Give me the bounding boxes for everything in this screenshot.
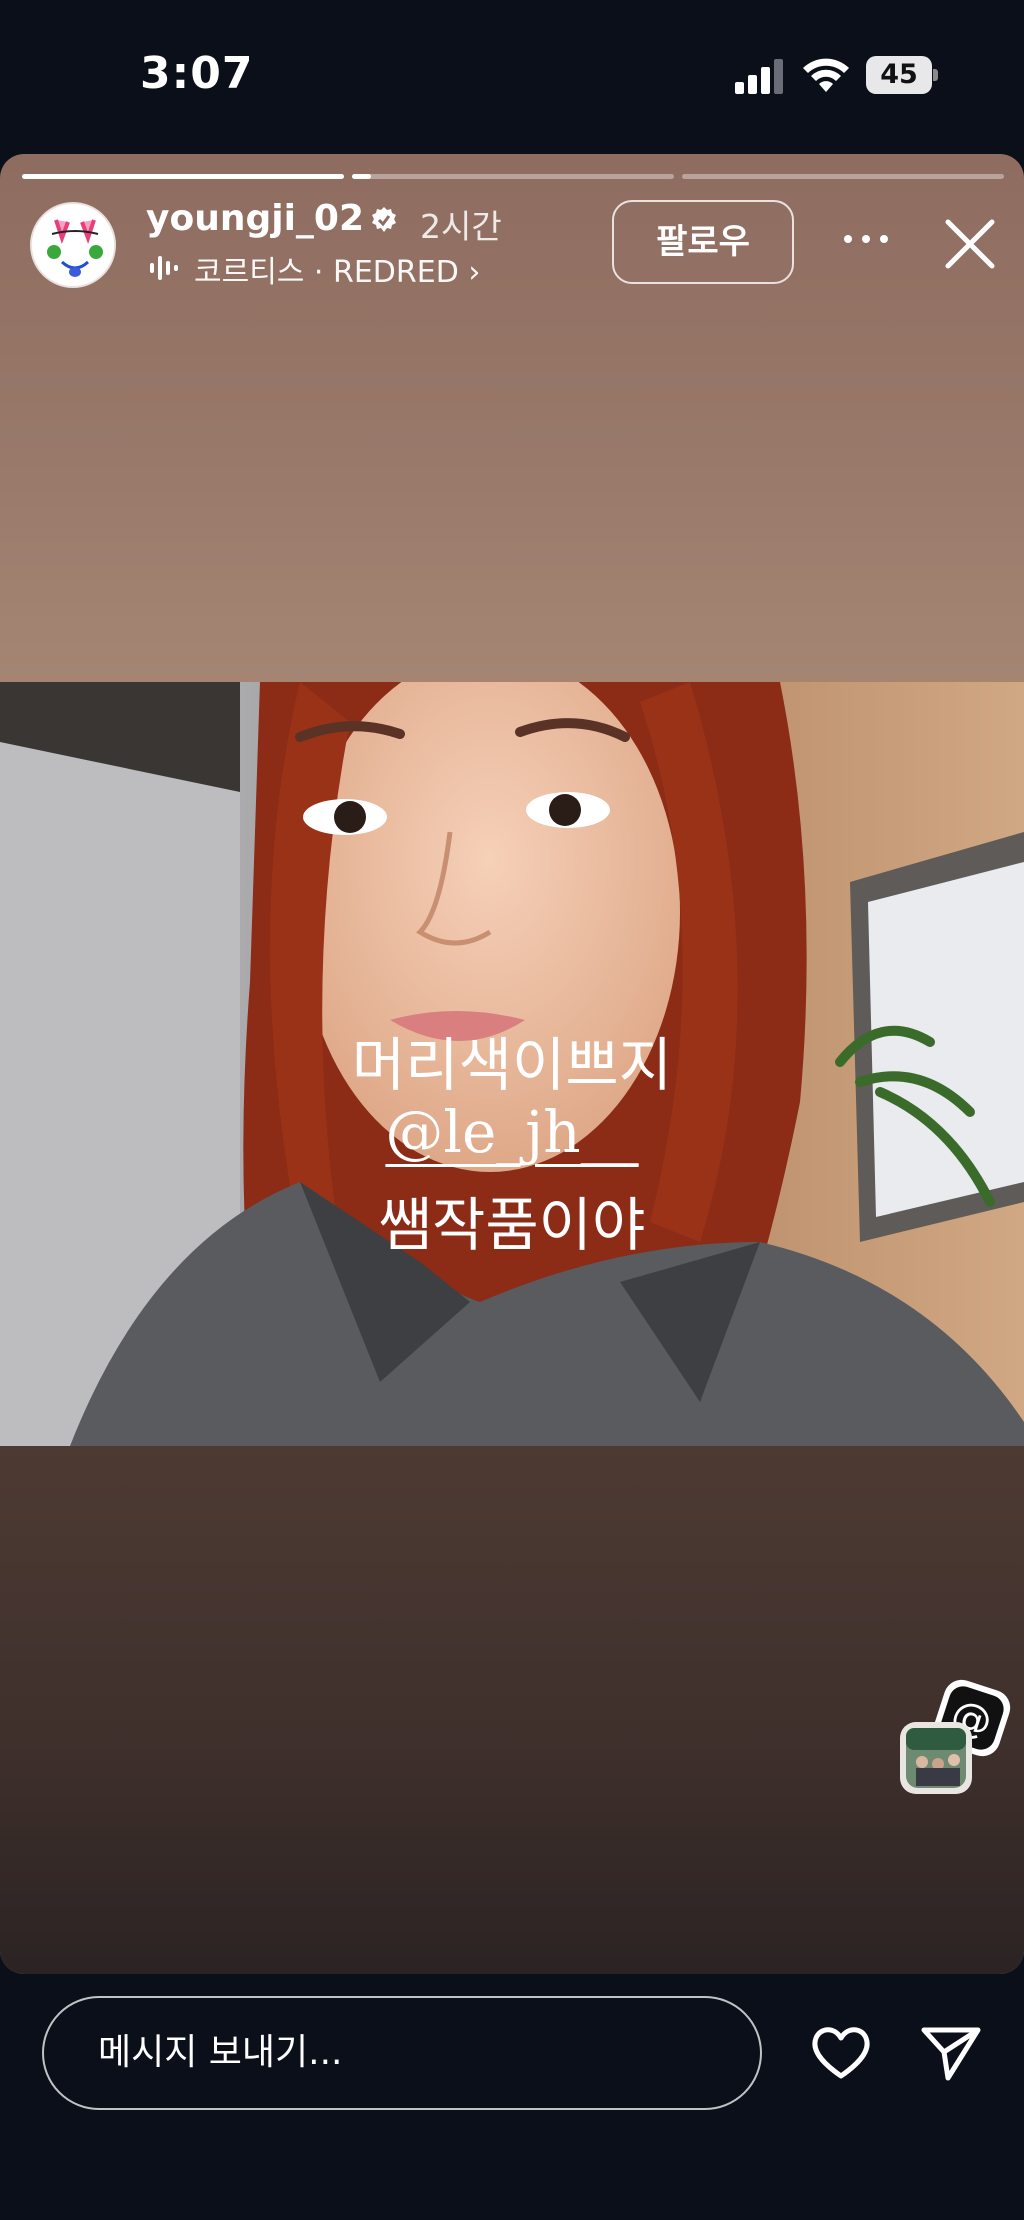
caption-line: 머리색이쁘지 bbox=[351, 1031, 673, 1099]
story-timestamp: 2시간 bbox=[420, 207, 502, 246]
mention-sticker[interactable]: @ bbox=[898, 1676, 1018, 1796]
avatar[interactable] bbox=[30, 202, 116, 288]
caption-mention[interactable]: @le_jh__ bbox=[0, 1098, 1024, 1166]
message-input[interactable]: 메시지 보내기... bbox=[42, 1996, 762, 2110]
status-bar: 3:07 45 bbox=[0, 0, 1024, 150]
send-icon[interactable] bbox=[918, 2020, 984, 2086]
avatar-drawing bbox=[32, 204, 114, 286]
more-options-icon[interactable] bbox=[840, 224, 892, 254]
story-progress-fill bbox=[352, 174, 372, 179]
close-icon[interactable] bbox=[940, 214, 1000, 274]
story-username[interactable]: youngji_02 bbox=[146, 198, 364, 239]
story-progress-segment bbox=[682, 174, 1004, 179]
audio-wave-icon bbox=[150, 256, 178, 280]
battery-level: 45 bbox=[866, 56, 932, 94]
story-music-label[interactable]: 코르티스 · REDRED › bbox=[194, 247, 480, 291]
cellular-signal-icon bbox=[735, 59, 783, 94]
verified-badge-icon bbox=[372, 207, 396, 232]
battery-icon: 45 bbox=[866, 56, 938, 94]
story-bottom-background bbox=[0, 1446, 1024, 1974]
story-progress-fill bbox=[22, 174, 344, 179]
battery-nub bbox=[933, 69, 938, 81]
wifi-icon bbox=[803, 58, 849, 92]
status-time: 3:07 bbox=[140, 48, 254, 99]
follow-button[interactable]: 팔로우 bbox=[612, 200, 794, 284]
heart-icon[interactable] bbox=[808, 2020, 874, 2086]
mention-sticker-icon: @ bbox=[900, 1679, 1011, 1794]
story-progress-segment bbox=[22, 174, 344, 179]
story-viewer[interactable]: youngji_02 2시간 코르티스 · REDRED › 팔로우 머리색이쁘… bbox=[0, 154, 1024, 1974]
story-progress-segment bbox=[352, 174, 674, 179]
caption-line: 쌤작품이야 bbox=[378, 1191, 646, 1259]
